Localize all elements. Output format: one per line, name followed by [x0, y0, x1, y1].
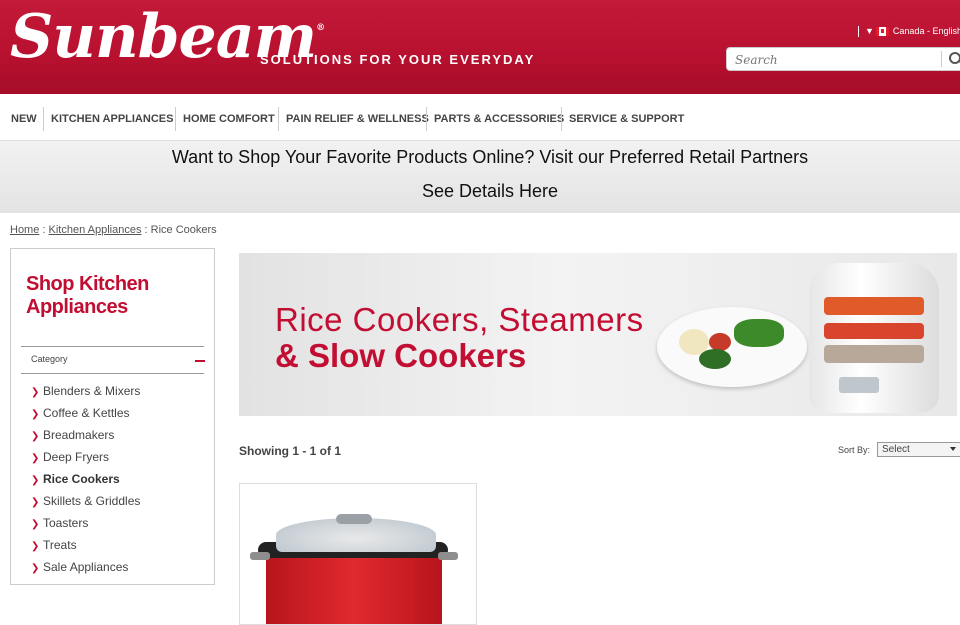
food-image: [734, 319, 784, 347]
category-item-label: Rice Cookers: [43, 472, 120, 486]
rice-cooker-knob: [336, 514, 372, 524]
rice-cooker-handle: [250, 552, 270, 560]
category-item-label: Breadmakers: [43, 428, 115, 442]
steamer-control-panel: [839, 377, 879, 393]
category-item-label: Deep Fryers: [43, 450, 110, 464]
breadcrumb-separator: :: [39, 224, 49, 236]
food-image: [699, 349, 731, 369]
category-item-label: Blenders & Mixers: [43, 384, 141, 398]
sort-label: Sort By:: [838, 445, 871, 455]
category-item-coffee-kettles[interactable]: ❯ Coffee & Kettles: [31, 405, 140, 427]
nav-item-pain-relief-wellness[interactable]: PAIN RELIEF & WELLNESS: [278, 107, 436, 131]
nav-item-home-comfort[interactable]: HOME COMFORT: [175, 107, 282, 131]
rice-cooker-handle: [438, 552, 458, 560]
category-item-label: Sale Appliances: [43, 560, 129, 574]
nav-item-new[interactable]: NEW: [0, 107, 44, 131]
nav-item-kitchen-appliances[interactable]: KITCHEN APPLIANCES: [43, 107, 180, 131]
category-label: Category: [31, 354, 68, 364]
search-box: [726, 47, 960, 71]
results-count: Showing 1 - 1 of 1: [239, 444, 342, 458]
chevron-right-icon: ❯: [31, 453, 40, 464]
rice-cooker-image: [266, 552, 442, 624]
steamer-food-image: [824, 297, 924, 315]
locale-label: Canada - English: [892, 26, 960, 36]
dropdown-arrow-icon: ▼: [865, 26, 874, 36]
search-divider: [941, 51, 942, 67]
chevron-right-icon: ❯: [31, 497, 40, 508]
category-list: ❯ Blenders & Mixers ❯ Coffee & Kettles ❯ Br…: [31, 383, 140, 581]
locale-selector[interactable]: ▼ Canada - English: [858, 26, 960, 38]
category-item-rice-cookers[interactable]: ❯ Rice Cookers: [31, 471, 140, 493]
chevron-right-icon: ❯: [31, 387, 40, 398]
category-item-sale-appliances[interactable]: ❯ Sale Appliances: [31, 559, 140, 581]
sidebar-title: Shop Kitchen Appliances: [26, 273, 149, 318]
breadcrumb-kitchen-appliances[interactable]: Kitchen Appliances: [49, 224, 142, 236]
steamer-food-image: [824, 345, 924, 363]
search-icon[interactable]: [949, 52, 960, 64]
category-item-skillets-griddles[interactable]: ❯ Skillets & Griddles: [31, 493, 140, 515]
search-input[interactable]: [733, 51, 937, 69]
chevron-down-icon: [950, 447, 956, 451]
sort-select[interactable]: Select: [877, 442, 960, 457]
category-hero-banner: Rice Cookers, Steamers & Slow Cookers: [239, 253, 957, 416]
sort-select-value: Select: [882, 444, 910, 455]
category-header[interactable]: Category: [21, 346, 205, 374]
chevron-right-icon: ❯: [31, 475, 40, 486]
promo-headline: Want to Shop Your Favorite Products Onli…: [171, 147, 809, 167]
main-nav: NEW KITCHEN APPLIANCES HOME COMFORT PAIN…: [0, 96, 960, 141]
chevron-right-icon: ❯: [31, 563, 40, 574]
nav-item-service-support[interactable]: SERVICE & SUPPORT: [561, 107, 691, 131]
product-card[interactable]: [239, 483, 477, 625]
canada-flag-icon: [875, 27, 889, 37]
registered-mark: ®: [316, 23, 325, 33]
category-item-toasters[interactable]: ❯ Toasters: [31, 515, 140, 537]
chevron-right-icon: ❯: [31, 541, 40, 552]
locale-divider: [858, 26, 859, 38]
category-item-treats[interactable]: ❯ Treats: [31, 537, 140, 559]
minus-icon[interactable]: [195, 360, 205, 362]
category-item-blenders-mixers[interactable]: ❯ Blenders & Mixers: [31, 383, 140, 405]
category-item-label: Coffee & Kettles: [43, 406, 130, 420]
category-item-breadmakers[interactable]: ❯ Breadmakers: [31, 427, 140, 449]
promo-banner[interactable]: Want to Shop Your Favorite Products Onli…: [0, 141, 960, 213]
category-sidebar: Shop Kitchen Appliances Category ❯ Blende…: [10, 248, 215, 585]
banner-title-line1: Rice Cookers, Steamers: [275, 301, 644, 338]
promo-details-link[interactable]: See Details Here: [0, 181, 960, 202]
tagline: SOLUTIONS FOR YOUR EVERYDAY: [260, 52, 536, 67]
banner-title-line2: & Slow Cookers: [275, 337, 527, 374]
category-item-label: Toasters: [43, 516, 89, 530]
category-item-deep-fryers[interactable]: ❯ Deep Fryers: [31, 449, 140, 471]
steamer-food-image: [824, 323, 924, 339]
chevron-right-icon: ❯: [31, 409, 40, 420]
breadcrumb-home[interactable]: Home: [10, 224, 39, 236]
breadcrumb-current: Rice Cookers: [150, 224, 217, 236]
chevron-right-icon: ❯: [31, 519, 40, 530]
chevron-right-icon: ❯: [31, 431, 40, 442]
breadcrumb-separator: :: [141, 224, 151, 236]
site-header: Sunbeam® SOLUTIONS FOR YOUR EVERYDAY ▼ Ca…: [0, 0, 960, 94]
category-item-label: Treats: [43, 538, 77, 552]
nav-item-parts-accessories[interactable]: PARTS & ACCESSORIES: [426, 107, 571, 131]
breadcrumb: Home : Kitchen Appliances : Rice Cookers: [10, 224, 217, 236]
category-item-label: Skillets & Griddles: [43, 494, 141, 508]
